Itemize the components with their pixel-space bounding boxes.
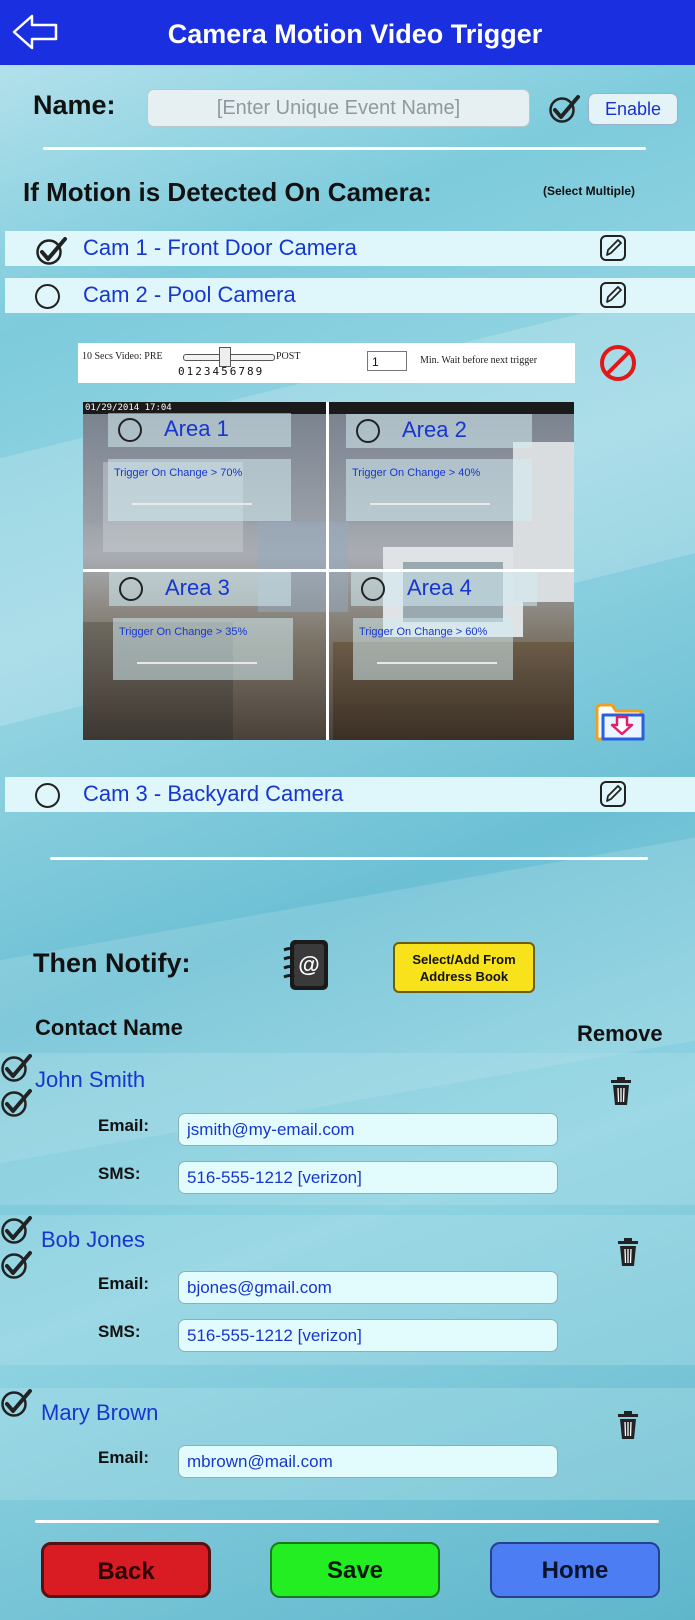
contact-name: Bob Jones <box>41 1227 145 1252</box>
area-trigger-panel[interactable]: Trigger On Change > 40% <box>346 459 532 521</box>
sms-field[interactable] <box>178 1161 558 1194</box>
address-book-icon[interactable]: @ <box>282 937 332 998</box>
pre-label: 10 Secs Video: PRE <box>82 351 163 362</box>
save-button[interactable]: Save <box>270 1542 440 1598</box>
camera-feed: 01/29/2014 17:04 Area 1 Trigger On Chang… <box>83 402 574 740</box>
camera-label: Cam 1 - Front Door Camera <box>83 235 357 260</box>
wait-label: Min. Wait before next trigger <box>420 355 538 366</box>
name-label: Name: <box>33 90 116 120</box>
sms-field[interactable] <box>178 1319 558 1352</box>
area-trigger-panel[interactable]: Trigger On Change > 70% <box>108 459 291 521</box>
area-label: Area 1 <box>164 416 229 441</box>
enable-checkbox[interactable] <box>548 94 582 129</box>
event-name-input[interactable] <box>147 89 530 127</box>
trash-icon[interactable] <box>617 1410 639 1445</box>
slider-scale: 0123456789 <box>178 365 265 378</box>
notify-heading: Then Notify: <box>33 948 191 978</box>
area-trigger-panel[interactable]: Trigger On Change > 35% <box>113 618 293 680</box>
area-sensitivity-slider[interactable] <box>377 662 497 664</box>
address-book-button[interactable]: Select/Add From Address Book <box>393 942 535 993</box>
camera-checkbox[interactable] <box>35 236 69 271</box>
email-field[interactable] <box>178 1113 558 1146</box>
divider <box>43 147 646 150</box>
camera-radio[interactable] <box>35 284 60 309</box>
area-selector[interactable]: Area 2 <box>346 414 532 448</box>
area-selector[interactable]: Area 3 <box>109 572 291 606</box>
post-label: POST <box>276 351 301 362</box>
left-arrow-icon[interactable] <box>12 14 58 50</box>
camera-row[interactable]: Cam 3 - Backyard Camera <box>5 777 695 812</box>
svg-text:@: @ <box>298 952 319 977</box>
back-button[interactable]: Back <box>41 1542 211 1598</box>
camera-row[interactable]: Cam 1 - Front Door Camera <box>5 231 695 266</box>
app-screen: Camera Motion Video Trigger Name: Enable… <box>0 0 695 1620</box>
motion-heading: If Motion is Detected On Camera: <box>23 177 432 207</box>
area-label: Area 3 <box>165 575 230 600</box>
area-selector[interactable]: Area 4 <box>351 572 537 606</box>
pencil-icon[interactable] <box>599 281 627 314</box>
camera-radio[interactable] <box>35 783 60 808</box>
contact-name: Mary Brown <box>41 1400 159 1425</box>
contact-name: John Smith <box>35 1067 146 1092</box>
area-sensitivity-slider[interactable] <box>132 503 252 505</box>
page-title: Camera Motion Video Trigger <box>167 19 543 49</box>
camera-row[interactable]: Cam 2 - Pool Camera <box>5 278 695 313</box>
area-trigger-text: Trigger On Change > 60% <box>359 626 488 638</box>
slider-knob[interactable] <box>219 347 231 367</box>
email-field[interactable] <box>178 1445 558 1478</box>
trash-icon[interactable] <box>617 1237 639 1272</box>
area-radio[interactable] <box>119 577 143 601</box>
area-label: Area 4 <box>407 575 472 600</box>
area-trigger-text: Trigger On Change > 40% <box>352 467 481 479</box>
area-selector[interactable]: Area 1 <box>108 413 291 447</box>
folder-download-icon[interactable] <box>594 697 646 748</box>
contact-card: Mary Brown Email: <box>0 1388 695 1500</box>
camera-label: Cam 2 - Pool Camera <box>83 282 296 307</box>
video-settings-bar: 10 Secs Video: PRE POST 0123456789 1 Min… <box>78 343 575 383</box>
area-trigger-text: Trigger On Change > 70% <box>114 467 243 479</box>
select-multiple-hint: (Select Multiple) <box>543 184 636 198</box>
title-bar: Camera Motion Video Trigger <box>0 0 695 65</box>
contact-card: Bob Jones Email: SMS: <box>0 1215 695 1365</box>
email-label: Email: <box>98 1448 150 1467</box>
no-entry-icon[interactable] <box>598 343 638 388</box>
pencil-icon[interactable] <box>599 780 627 813</box>
email-field[interactable] <box>178 1271 558 1304</box>
remove-column-header: Remove <box>577 1021 663 1046</box>
area-radio[interactable] <box>361 577 385 601</box>
area-radio[interactable] <box>356 419 380 443</box>
area-label: Area 2 <box>402 417 467 442</box>
area-trigger-text: Trigger On Change > 35% <box>119 626 248 638</box>
sms-label: SMS: <box>98 1164 141 1183</box>
area-trigger-panel[interactable]: Trigger On Change > 60% <box>353 618 513 680</box>
area-radio[interactable] <box>118 418 142 442</box>
sms-label: SMS: <box>98 1322 141 1341</box>
area-sensitivity-slider[interactable] <box>137 662 257 664</box>
enable-button[interactable]: Enable <box>588 93 678 125</box>
area-sensitivity-slider[interactable] <box>370 503 490 505</box>
camera-label: Cam 3 - Backyard Camera <box>83 781 344 806</box>
email-label: Email: <box>98 1116 150 1135</box>
divider <box>50 857 648 860</box>
email-label: Email: <box>98 1274 150 1293</box>
home-button[interactable]: Home <box>490 1542 660 1598</box>
wait-minutes-input[interactable]: 1 <box>367 351 407 371</box>
contact-card: John Smith Email: SMS: <box>0 1053 695 1205</box>
divider <box>35 1520 659 1523</box>
pencil-icon[interactable] <box>599 234 627 267</box>
contact-name-column-header: Contact Name <box>35 1015 183 1040</box>
trash-icon[interactable] <box>610 1076 632 1111</box>
